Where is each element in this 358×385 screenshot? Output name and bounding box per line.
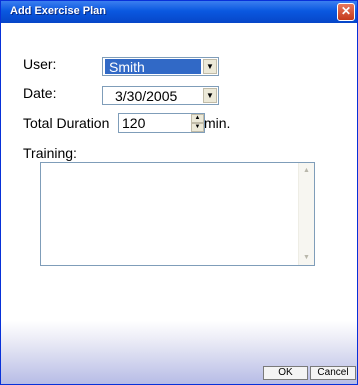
spinner-buttons: ▲ ▼ bbox=[191, 114, 204, 132]
dialog-window: Add Exercise Plan ✕ User: Smith ▼ Date: … bbox=[0, 0, 358, 385]
training-textarea[interactable]: ▲ ▼ bbox=[40, 162, 315, 266]
title-bar[interactable]: Add Exercise Plan ✕ bbox=[1, 1, 357, 23]
cancel-button[interactable]: Cancel bbox=[310, 366, 356, 380]
training-label: Training: bbox=[23, 145, 77, 161]
close-icon[interactable]: ✕ bbox=[337, 3, 355, 21]
training-scrollbar[interactable]: ▲ ▼ bbox=[298, 163, 314, 265]
date-value: 3/30/2005 bbox=[115, 88, 178, 104]
chevron-up-icon[interactable]: ▲ bbox=[191, 114, 204, 123]
user-select[interactable]: Smith ▼ bbox=[102, 57, 219, 76]
user-label: User: bbox=[23, 56, 57, 72]
window-title: Add Exercise Plan bbox=[10, 5, 106, 17]
chevron-down-icon[interactable]: ▼ bbox=[191, 123, 204, 132]
date-picker[interactable]: 3/30/2005 ▼ bbox=[102, 86, 219, 105]
duration-spinner[interactable]: 120 ▲ ▼ bbox=[118, 113, 205, 133]
chevron-down-icon[interactable]: ▼ bbox=[203, 88, 217, 103]
date-label: Date: bbox=[23, 85, 57, 101]
user-select-value: Smith bbox=[105, 59, 201, 75]
scroll-up-icon[interactable]: ▲ bbox=[300, 164, 313, 177]
duration-unit: min. bbox=[204, 115, 231, 131]
ok-button[interactable]: OK bbox=[263, 366, 308, 380]
scroll-down-icon[interactable]: ▼ bbox=[300, 251, 313, 264]
duration-value: 120 bbox=[122, 115, 146, 131]
duration-label: Total Duration bbox=[23, 115, 110, 131]
chevron-down-icon[interactable]: ▼ bbox=[203, 59, 217, 74]
